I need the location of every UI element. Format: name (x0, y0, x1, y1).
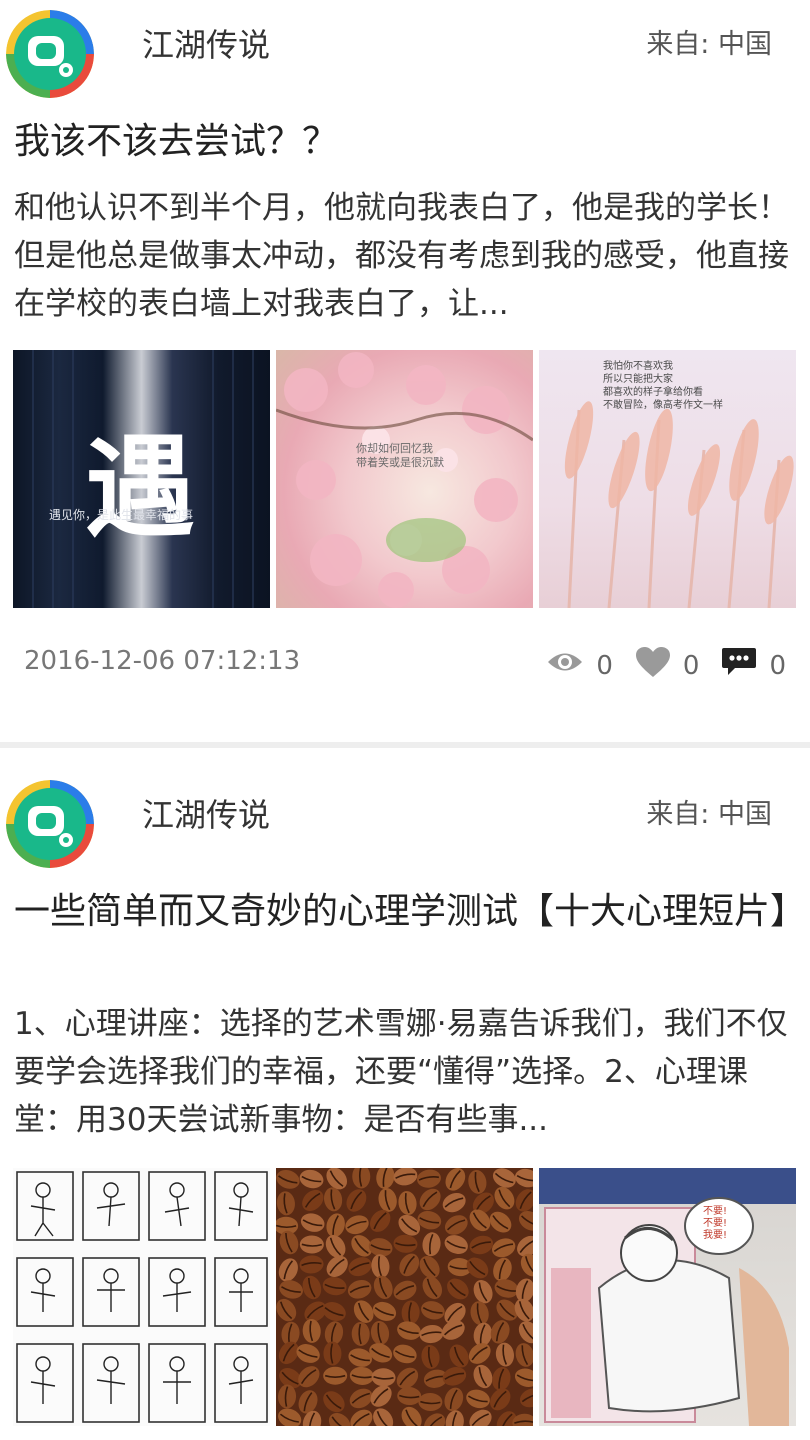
post-excerpt[interactable]: 1、心理讲座：选择的艺术雪娜·易嘉告诉我们，我们不仅要学会选择我们的幸福，还要“… (14, 1000, 790, 1144)
likes-count: 0 (682, 650, 700, 681)
post-date: 2016-12-06 07:12:13 (24, 646, 301, 676)
coffee-beans-pattern (276, 1168, 533, 1426)
image-subcaption: 遇见你，是此生最幸福的事 (49, 508, 194, 522)
coffee-beans-image[interactable] (276, 1168, 533, 1426)
image-caption: 遇 (85, 423, 195, 552)
image-caption: 不要! 不要! 我要! (703, 1206, 728, 1241)
comments-count: 0 (769, 650, 786, 681)
heart-icon[interactable] (635, 646, 671, 685)
encounter-image[interactable]: 遇 遇见你，是此生最幸福的事 (13, 350, 270, 608)
origin-label: 来自: 中国 (646, 29, 772, 60)
post-footer: 2016-12-06 07:12:13 0 0 0 (24, 646, 786, 682)
drawing-image[interactable]: 不要! 不要! 我要! (539, 1168, 796, 1426)
post-card[interactable]: 江湖传说 来自: 中国 一些简单而又奇妙的心理学测试【十大心理短片】 1、心理讲… (0, 748, 810, 1440)
post-feed: 江湖传说 来自: 中国 我该不该去尝试？？ 和他认识不到半个月，他就向我表白了，… (0, 0, 810, 1440)
eye-icon[interactable] (546, 649, 584, 682)
app-logo-icon (6, 780, 94, 868)
image-caption: 你却如何回忆我 带着笑或是很沉默 (356, 442, 444, 469)
image-grid: 遇 遇见你，是此生最幸福的事 你却如何回忆我 带着笑或是很沉默 我怕你不喜欢我 … (13, 350, 797, 608)
post-stats: 0 0 0 (546, 646, 786, 685)
image-caption: 我怕你不喜欢我 所以只能把大家 都喜欢的样子拿给你看 不敢冒险，像高考作文一样 (603, 361, 723, 411)
comment-icon[interactable] (721, 646, 757, 685)
views-count: 0 (596, 650, 613, 681)
app-logo-icon (6, 10, 94, 98)
avatar[interactable] (6, 10, 94, 98)
blossom-image[interactable]: 你却如何回忆我 带着笑或是很沉默 (276, 350, 533, 608)
post-title[interactable]: 我该不该去尝试？？ (14, 120, 790, 164)
reeds-image[interactable]: 我怕你不喜欢我 所以只能把大家 都喜欢的样子拿给你看 不敢冒险，像高考作文一样 (539, 350, 796, 608)
avatar[interactable] (6, 780, 94, 868)
origin-label: 来自: 中国 (646, 799, 772, 830)
author-name[interactable]: 江湖传说 (142, 20, 270, 66)
post-card[interactable]: 江湖传说 来自: 中国 我该不该去尝试？？ 和他认识不到半个月，他就向我表白了，… (0, 0, 810, 742)
author-name[interactable]: 江湖传说 (142, 790, 270, 836)
post-excerpt[interactable]: 和他认识不到半个月，他就向我表白了，他是我的学长！但是他总是做事太冲动，都没有考… (14, 184, 790, 328)
post-title[interactable]: 一些简单而又奇妙的心理学测试【十大心理短片】 (14, 888, 806, 936)
image-grid: 不要! 不要! 我要! (13, 1168, 797, 1426)
sleeping-poses-image[interactable] (13, 1168, 270, 1426)
